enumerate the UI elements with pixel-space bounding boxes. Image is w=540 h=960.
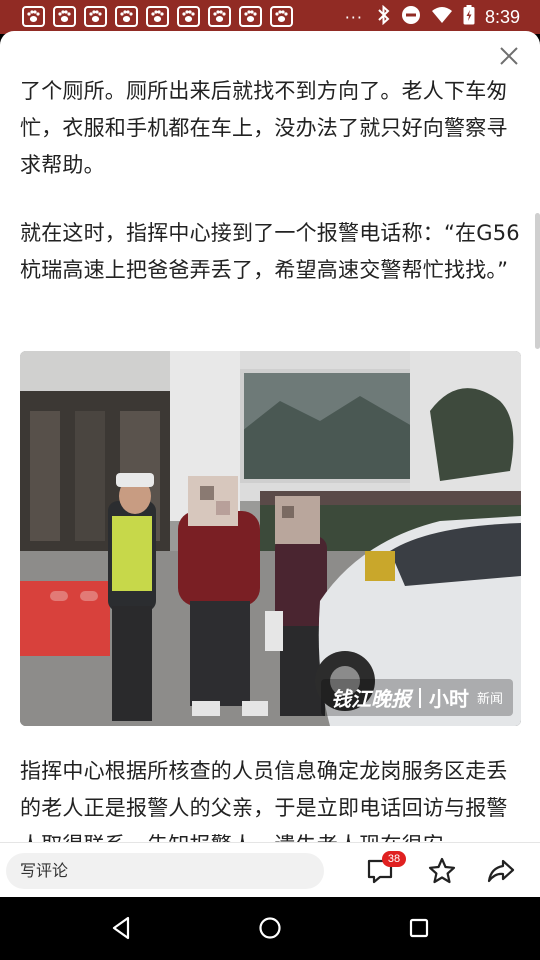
bluetooth-icon	[377, 4, 391, 29]
watermark-divider	[418, 687, 421, 708]
wifi-icon	[431, 6, 453, 28]
back-button[interactable]	[106, 913, 136, 943]
paw-icon	[208, 6, 231, 27]
news-photo[interactable]: 钱江晚报 小时 新闻	[20, 351, 521, 726]
paw-icon	[84, 6, 107, 27]
share-button[interactable]	[485, 855, 517, 887]
recents-icon	[409, 918, 429, 938]
bottom-action-bar: 写评论 38	[0, 842, 540, 897]
watermark-app: 小时	[428, 687, 469, 711]
recents-button[interactable]	[404, 913, 434, 943]
watermark-brand: 钱江晚报	[330, 687, 411, 711]
paw-icon	[22, 6, 45, 27]
watermark-suffix: 新闻	[476, 692, 503, 707]
favorite-button[interactable]	[426, 855, 458, 887]
status-bar: ··· 8:39	[0, 0, 540, 34]
watermark: 钱江晚报 小时 新闻	[320, 679, 513, 716]
photo-scene	[20, 351, 521, 726]
notification-icons	[22, 6, 293, 27]
navigation-bar	[0, 897, 540, 960]
home-icon	[259, 917, 281, 939]
battery-icon	[463, 5, 475, 29]
overflow-indicator: ···	[344, 7, 363, 27]
comment-input[interactable]: 写评论	[6, 853, 324, 889]
paw-icon	[115, 6, 138, 27]
clock: 8:39	[484, 6, 520, 27]
star-icon	[428, 857, 456, 884]
paw-icon	[146, 6, 169, 27]
article-sheet: 了个厕所。厕所出来后就找不到方向了。老人下车匆忙，衣服和手机都在车上，没办法了就…	[0, 31, 540, 897]
paw-icon	[270, 6, 293, 27]
do-not-disturb-icon	[401, 5, 421, 29]
system-status: ··· 8:39	[345, 0, 520, 34]
paw-icon	[177, 6, 200, 27]
close-icon	[500, 47, 518, 65]
home-button[interactable]	[255, 913, 285, 943]
paw-icon	[239, 6, 262, 27]
paw-icon	[53, 6, 76, 27]
paragraph: 就在这时，指挥中心接到了一个报警电话称：“在G56杭瑞高速上把爸爸弄丢了，希望高…	[20, 221, 520, 282]
scrollbar[interactable]	[535, 213, 540, 349]
share-icon	[487, 859, 515, 883]
comment-count-badge: 38	[382, 851, 406, 867]
close-button[interactable]	[496, 43, 522, 69]
paragraph: 了个厕所。厕所出来后就找不到方向了。老人下车匆忙，衣服和手机都在车上，没办法了就…	[20, 79, 508, 177]
back-icon	[112, 916, 130, 940]
